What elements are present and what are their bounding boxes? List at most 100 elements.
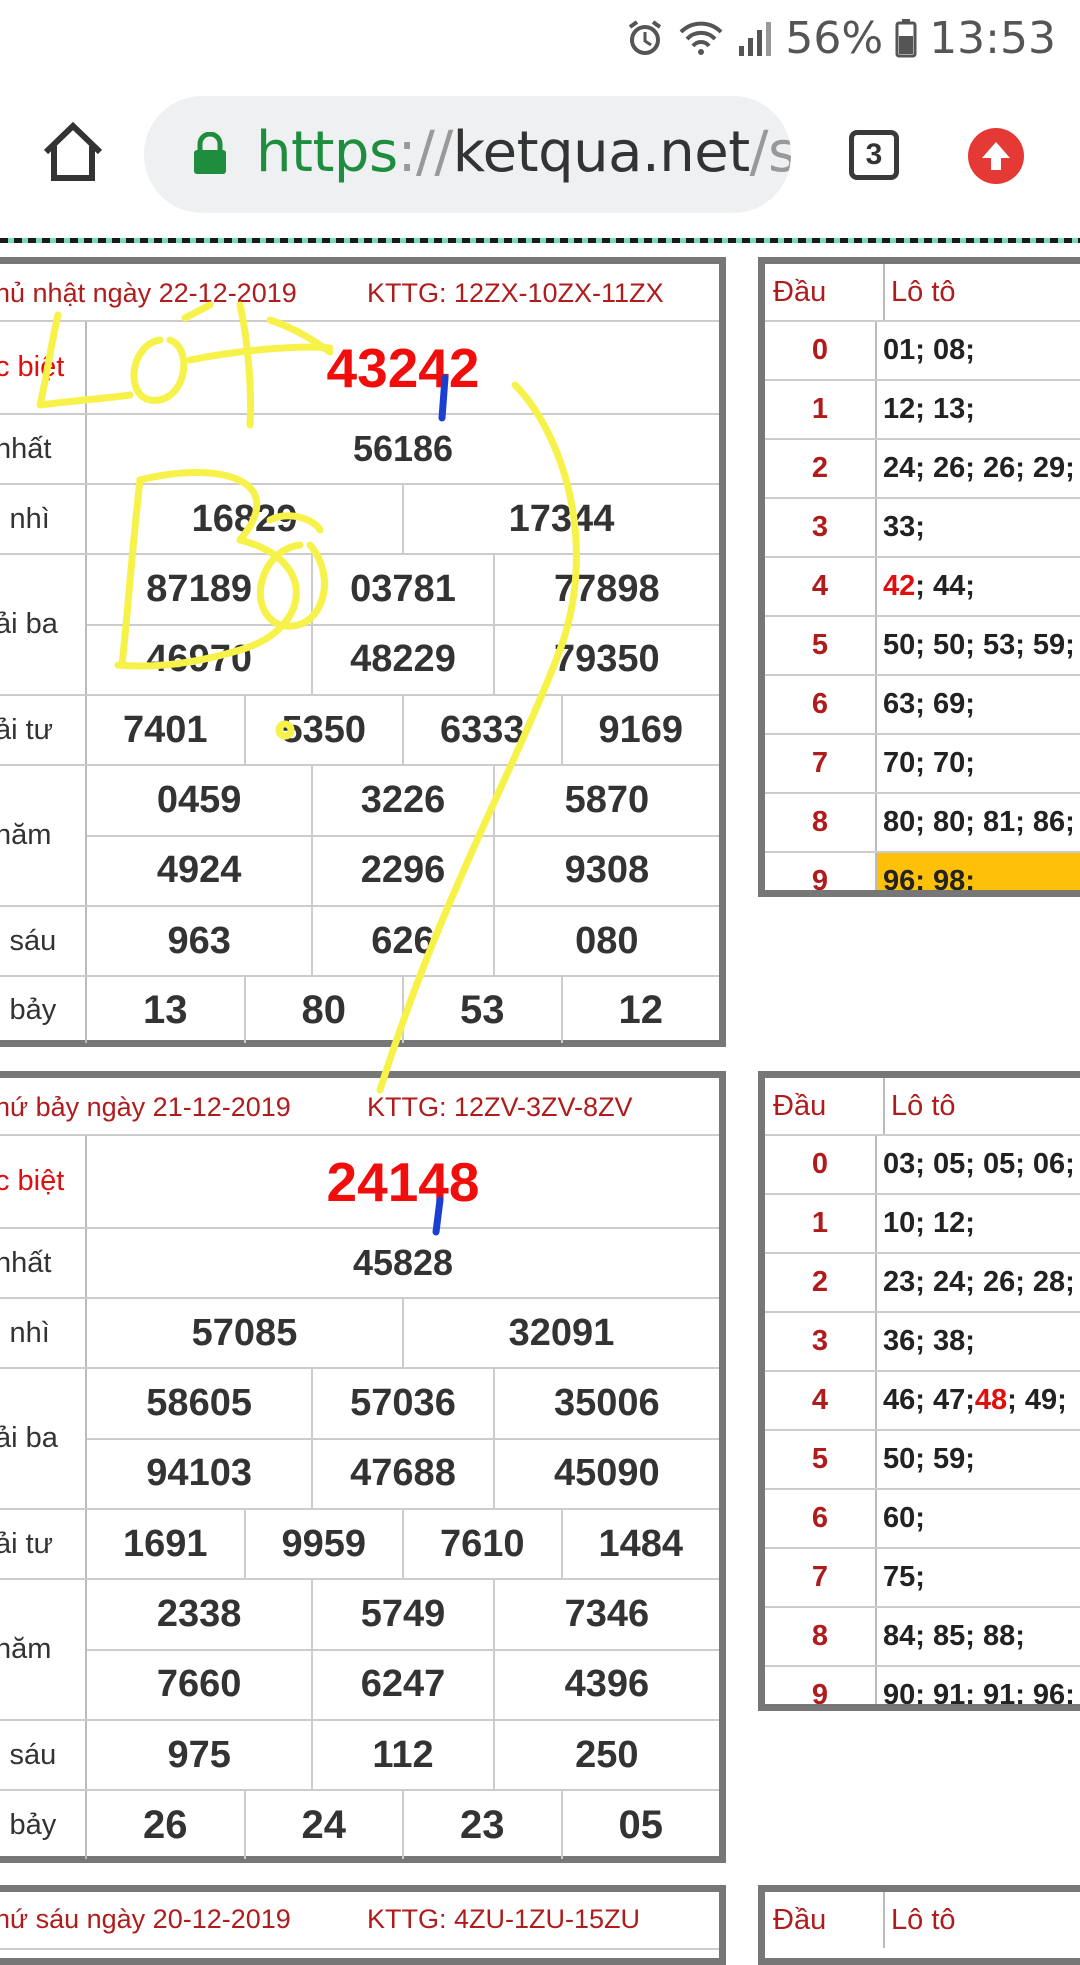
loto-head-dau: Đầu	[765, 264, 885, 320]
loto-post: 36; 38;	[883, 1325, 975, 1357]
update-button[interactable]	[968, 128, 1024, 184]
loto-post: 12; 13;	[883, 393, 975, 425]
loto-dau: 8	[765, 794, 877, 851]
loto-post: 03; 05; 05; 06;	[883, 1148, 1075, 1180]
loto-row: 5 50; 50; 53; 59;	[765, 617, 1080, 676]
loto-head-loto: Lô tô	[891, 1089, 956, 1122]
loto-row: 5 50; 59;	[765, 1431, 1080, 1490]
loto-post: 10; 12;	[883, 1207, 975, 1239]
loto-row: 7 75;	[765, 1549, 1080, 1608]
loto-dau: 2	[765, 1254, 877, 1311]
prize-fourth: ải tư 1691 9959 7610 1484	[0, 1510, 719, 1580]
loto-values: 63; 69;	[877, 676, 1080, 733]
prize-number: 94103	[146, 1452, 252, 1495]
page-progress-divider	[0, 238, 1080, 243]
loto-values: 10; 12;	[877, 1195, 1080, 1252]
address-bar[interactable]: https://ketqua.net/so-	[144, 96, 791, 213]
prize-number: 17344	[402, 485, 719, 553]
prize-number: 24	[243, 1791, 403, 1859]
loto-values: 24; 26; 26; 29;	[877, 440, 1080, 497]
prize-number: 24148	[326, 1150, 480, 1213]
loto-row: 6 60;	[765, 1490, 1080, 1549]
prize-label: i sáu	[0, 907, 87, 975]
tab-count: 3	[865, 138, 883, 171]
loto-row: 0 01; 08;	[765, 322, 1080, 381]
loto-dau: 3	[765, 1313, 877, 1370]
loto-head-dau: Đầu	[765, 1078, 885, 1134]
loto-post: 96; 98;	[883, 865, 975, 897]
prize-number: 3226	[311, 766, 492, 835]
prize-number: 5749	[311, 1580, 492, 1649]
loto-head-loto: Lô tô	[891, 1903, 956, 1936]
results-table: hủ nhật ngày 22-12-2019 KTTG: 12ZX-10ZX-…	[0, 257, 726, 1047]
url-path: /so-	[749, 120, 791, 185]
prize-number: 79350	[492, 625, 719, 694]
loto-values: 96; 98;	[877, 853, 1080, 897]
prize-label: ải tư	[0, 696, 87, 764]
prize-number: 80	[243, 977, 403, 1043]
loto-dau: 2	[765, 440, 877, 497]
tab-switcher-button[interactable]: 3	[849, 130, 899, 180]
prize-sixth: i sáu 975 112 250	[0, 1721, 719, 1791]
results-header: hứ bảy ngày 21-12-2019 KTTG: 12ZV-3ZV-8Z…	[0, 1078, 719, 1136]
loto-values: 03; 05; 05; 06;	[877, 1136, 1080, 1193]
results-table: hứ sáu ngày 20-12-2019 KTTG: 4ZU-1ZU-15Z…	[0, 1885, 726, 1965]
prize-special: c biệt 43242	[0, 322, 719, 415]
prize-label: ải ba	[0, 555, 87, 694]
prize-number: 1484	[560, 1510, 720, 1578]
clock: 13:53	[929, 12, 1056, 64]
prize-number: 5870	[492, 766, 719, 835]
loto-dau: 3	[765, 499, 877, 556]
loto-row: 4 42; 44;	[765, 558, 1080, 617]
prize-number: 2338	[156, 1592, 242, 1635]
prize-number: 7346	[492, 1580, 719, 1649]
loto-row: 3 36; 38;	[765, 1313, 1080, 1372]
loto-row: 8 80; 80; 81; 86;	[765, 794, 1080, 853]
results-table: hứ bảy ngày 21-12-2019 KTTG: 12ZV-3ZV-8Z…	[0, 1071, 726, 1863]
prize-number: 4924	[156, 849, 242, 892]
loto-dau: 1	[765, 1195, 877, 1252]
prize-first: nhất 45828	[0, 1229, 719, 1299]
loto-row: 4 46; 47; 48; 49;	[765, 1372, 1080, 1431]
loto-values: 46; 47; 48; 49;	[877, 1372, 1080, 1429]
results-header: hủ nhật ngày 22-12-2019 KTTG: 12ZX-10ZX-…	[0, 264, 719, 322]
loto-row: 8 84; 85; 88;	[765, 1608, 1080, 1667]
prize-number: 53	[402, 977, 561, 1043]
prize-label: nhất	[0, 415, 87, 483]
loto-head-loto: Lô tô	[891, 275, 956, 308]
draw-date: hủ nhật ngày 22-12-2019	[0, 278, 297, 308]
prize-label: i sáu	[0, 1721, 87, 1789]
loto-dau: 5	[765, 1431, 877, 1488]
loto-dau: 7	[765, 735, 877, 792]
loto-row: 1 10; 12;	[765, 1195, 1080, 1254]
prize-number: 626	[311, 907, 492, 975]
loto-values: 42; 44;	[877, 558, 1080, 615]
loto-post: 70; 70;	[883, 747, 975, 779]
loto-row: 0 03; 05; 05; 06;	[765, 1136, 1080, 1195]
url-separator: ://	[397, 120, 454, 185]
loto-pre: 46; 47;	[883, 1384, 975, 1416]
prize-number: 47688	[311, 1439, 492, 1508]
loto-dau: 6	[765, 1490, 877, 1547]
prize-number: 250	[492, 1721, 719, 1789]
loto-values: 80; 80; 81; 86;	[877, 794, 1080, 851]
loto-row: 7 70; 70;	[765, 735, 1080, 794]
loto-post: 33;	[883, 511, 925, 543]
prize-label: i bảy	[0, 1791, 87, 1859]
prize-number: 77898	[492, 555, 719, 624]
loto-post: 84; 85; 88;	[883, 1620, 1025, 1652]
loto-row: 9 90; 91; 91; 96;	[765, 1667, 1080, 1704]
prize-label: c biệt	[0, 322, 87, 413]
lock-icon	[194, 132, 226, 174]
prize-number: 16829	[191, 497, 298, 540]
draw-kttg: KTTG: 12ZV-3ZV-8ZV	[367, 1092, 633, 1122]
draw-date: hứ bảy ngày 21-12-2019	[0, 1092, 291, 1122]
prize-number: 080	[492, 907, 719, 975]
home-button[interactable]	[38, 118, 108, 188]
prize-number: 112	[311, 1721, 492, 1789]
prize-first: nhất 56186	[0, 415, 719, 485]
loto-post: 75;	[883, 1561, 925, 1593]
prize-number: 05	[560, 1791, 720, 1859]
loto-dau: 4	[765, 1372, 877, 1429]
loto-post: 63; 69;	[883, 688, 975, 720]
